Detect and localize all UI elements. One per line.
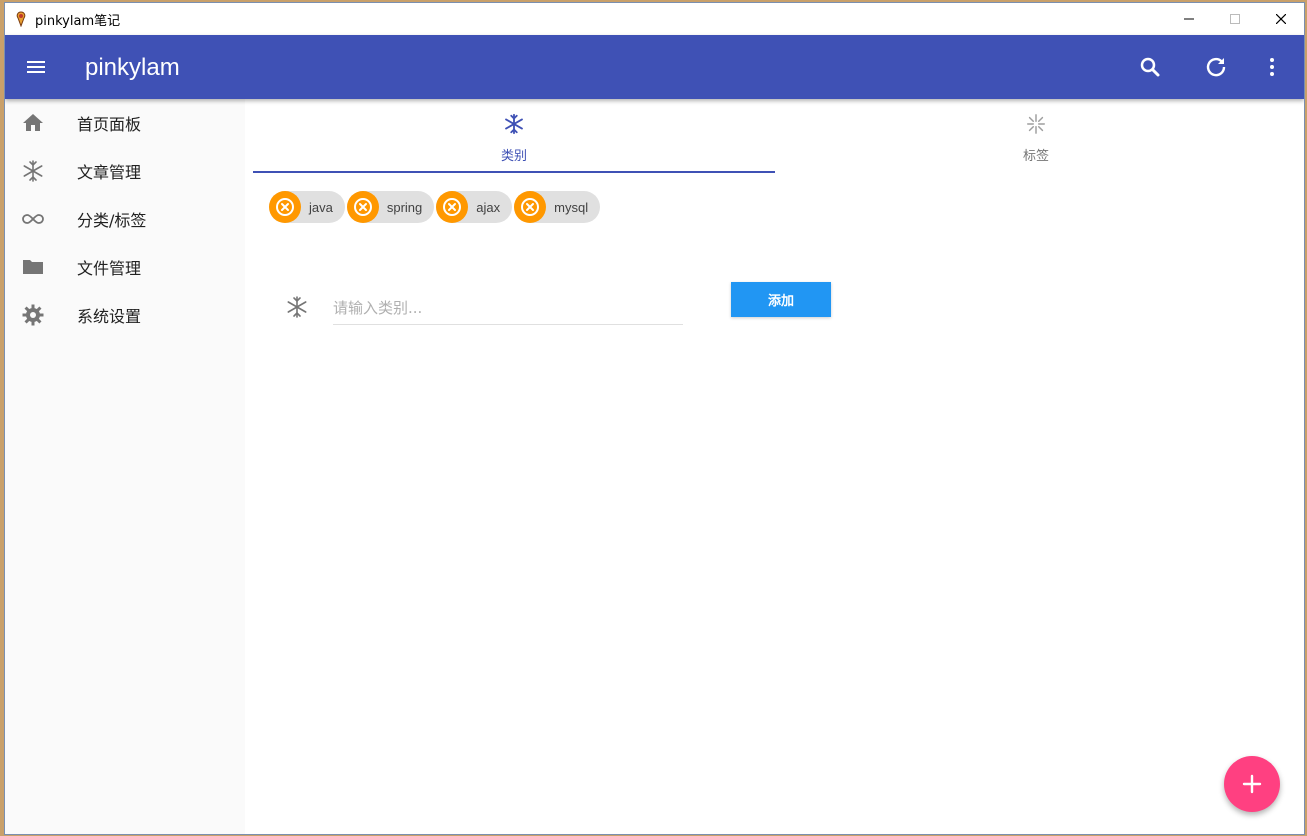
sidebar-item-files[interactable]: 文件管理: [5, 243, 245, 291]
home-icon: [23, 114, 43, 131]
close-button[interactable]: [1258, 3, 1304, 35]
minimize-icon: [1184, 18, 1194, 20]
sidebar-item-articles[interactable]: 文章管理: [5, 147, 245, 195]
add-category-form: 添加: [285, 279, 831, 329]
app-title: pinkylam: [85, 54, 180, 81]
main-content: 类别 标签 java spring ajax mysql 请输入类别... 添加: [245, 99, 1304, 834]
plus-icon: [1242, 774, 1262, 794]
sidebar-item-categories[interactable]: 分类/标签: [5, 195, 245, 243]
refresh-icon[interactable]: [1204, 55, 1228, 79]
sidebar-item-label: 系统设置: [77, 307, 142, 326]
category-chip[interactable]: spring: [346, 191, 435, 223]
tab-label: 类别: [500, 149, 527, 164]
category-chip[interactable]: ajax: [436, 191, 513, 223]
category-chip-list: java spring ajax mysql: [269, 191, 601, 223]
tab-categories[interactable]: 类别: [253, 99, 775, 173]
menu-icon[interactable]: [23, 55, 49, 79]
sidebar-item-home[interactable]: 首页面板: [5, 99, 245, 147]
chip-label: java: [309, 199, 333, 215]
close-icon: [1276, 14, 1286, 24]
tab-label: 标签: [1022, 149, 1049, 164]
sidebar: 首页面板 文章管理 分类/标签 文件管理 系统设置: [5, 99, 245, 834]
app-window: pinkylam笔记 pinkylam 首页面板 文章管理 分类/标签 文件管理…: [4, 2, 1305, 835]
tab-tags[interactable]: 标签: [775, 99, 1297, 173]
sidebar-item-label: 首页面板: [77, 115, 142, 134]
cancel-circle-icon: [443, 198, 462, 216]
folder-icon: [23, 260, 43, 274]
sidebar-item-label: 分类/标签: [77, 211, 147, 230]
search-icon[interactable]: [1138, 55, 1162, 79]
window-title: pinkylam笔记: [35, 13, 121, 29]
tab-indicator: [253, 171, 775, 173]
tab-bar: 类别 标签: [253, 99, 1298, 173]
sidebar-item-label: 文件管理: [77, 259, 142, 278]
chip-delete-button[interactable]: [436, 191, 469, 223]
app-logo-icon: [16, 11, 26, 27]
cancel-circle-icon: [276, 198, 294, 216]
infinity-icon: [22, 214, 44, 224]
fab-add-button[interactable]: [1224, 756, 1280, 812]
sparkle-icon: [1027, 114, 1045, 134]
sidebar-item-label: 文章管理: [77, 163, 142, 182]
maximize-icon: [1230, 14, 1240, 24]
chip-delete-button[interactable]: [514, 191, 547, 223]
chip-label: mysql: [554, 199, 589, 215]
more-vert-icon[interactable]: [1260, 55, 1284, 79]
cancel-circle-icon: [521, 198, 540, 216]
maximize-button[interactable]: [1212, 3, 1258, 35]
chip-label: spring: [386, 199, 423, 215]
chip-delete-button[interactable]: [346, 191, 379, 223]
category-chip[interactable]: mysql: [514, 191, 601, 223]
minimize-button[interactable]: [1166, 3, 1212, 35]
category-chip[interactable]: java: [269, 191, 345, 223]
cancel-circle-icon: [353, 198, 372, 216]
add-button[interactable]: 添加: [731, 282, 831, 317]
category-input[interactable]: [333, 291, 683, 325]
app-bar: pinkylam: [5, 35, 1304, 99]
chip-delete-button[interactable]: [269, 191, 301, 223]
snowflake-icon: [287, 296, 307, 318]
window-titlebar: pinkylam笔记: [5, 3, 1304, 35]
gear-icon: [22, 304, 44, 326]
sidebar-item-settings[interactable]: 系统设置: [5, 291, 245, 339]
snowflake-icon: [23, 160, 43, 182]
chip-label: ajax: [476, 199, 501, 215]
snowflake-icon: [505, 113, 523, 135]
